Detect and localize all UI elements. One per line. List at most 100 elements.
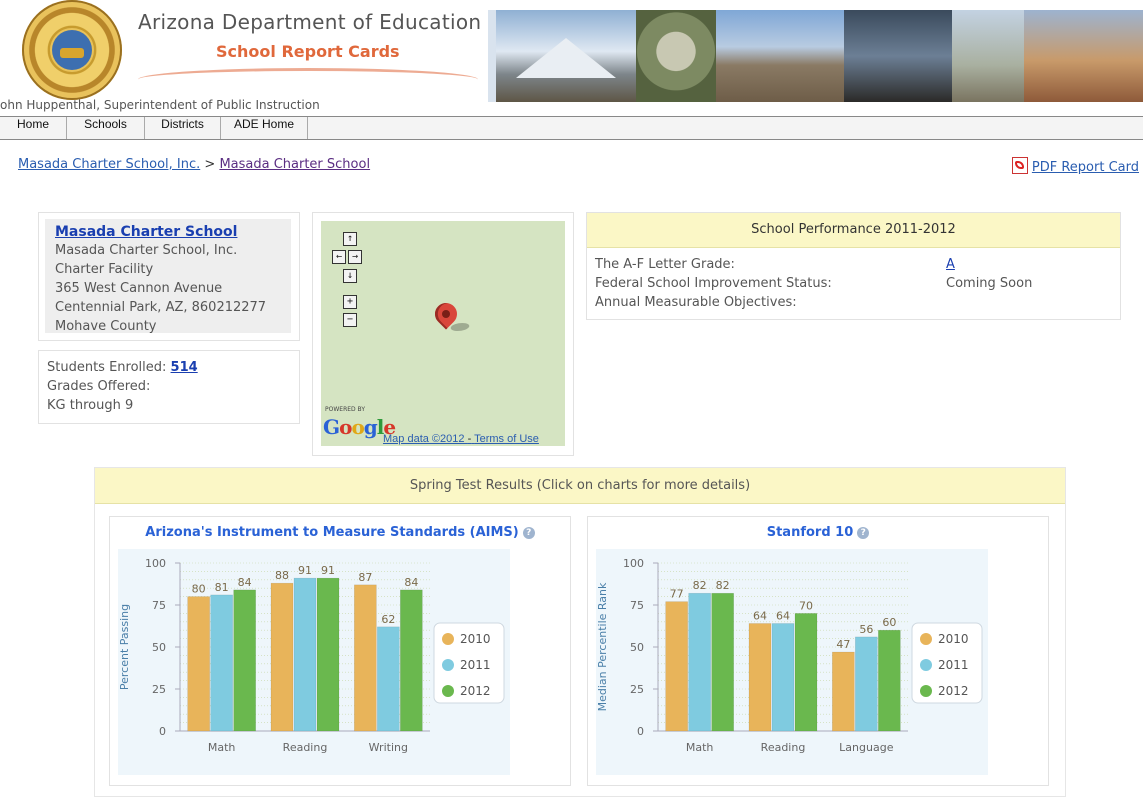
x-tick-label: Language: [839, 741, 894, 754]
y-tick-label: 100: [145, 557, 166, 570]
letter-grade-link[interactable]: A: [946, 257, 955, 272]
zoom-in-button[interactable]: +: [343, 295, 357, 309]
spring-title: Spring Test Results (Click on charts for…: [95, 468, 1065, 504]
stanford-title-text: Stanford 10: [766, 525, 854, 540]
bar-value-label: 80: [192, 583, 206, 596]
breadcrumb: Masada Charter School, Inc. > Masada Cha…: [18, 157, 370, 172]
bar-2010-math[interactable]: [665, 601, 688, 732]
bar-value-label: 81: [215, 581, 229, 594]
ocotillo-photo: [844, 10, 952, 102]
terms-of-use-link[interactable]: Terms of Use: [474, 433, 539, 445]
enrollment-card: Students Enrolled: 514 Grades Offered: K…: [38, 350, 300, 424]
x-tick-label: Math: [686, 741, 714, 754]
help-icon[interactable]: ?: [522, 527, 535, 539]
bar-2012-reading[interactable]: [316, 577, 340, 732]
desert-photo: [716, 10, 844, 102]
bar-value-label: 64: [776, 609, 790, 622]
legend-swatch: [920, 685, 932, 697]
seal-emblem: [52, 30, 92, 70]
aims-chart-title: Arizona's Instrument to Measure Standard…: [110, 525, 570, 540]
bar-2012-writing[interactable]: [400, 589, 423, 732]
students-enrolled: Students Enrolled: 514: [47, 360, 198, 375]
pan-left-button[interactable]: ←: [332, 250, 346, 264]
bar-2012-math[interactable]: [711, 592, 734, 732]
saguaro-photo: [952, 10, 1024, 102]
legend-swatch: [442, 633, 454, 645]
aims-bar-chart[interactable]: 0 25 50 75 100 Percent Passing 80 81 84 Math 88 91 9…: [110, 549, 570, 785]
bar-2011-math[interactable]: [210, 594, 233, 732]
breadcrumb-school-link[interactable]: Masada Charter School: [219, 157, 370, 172]
school-address: 365 West Cannon Avenue: [55, 281, 223, 296]
bar-2010-reading[interactable]: [270, 582, 294, 732]
bar-2011-reading[interactable]: [771, 623, 795, 732]
google-map[interactable]: ↑ ← → ↓ + − POWERED BY Google Map data ©…: [321, 221, 565, 446]
pan-up-button[interactable]: ↑: [343, 232, 357, 246]
nav-ade-home[interactable]: ADE Home: [221, 117, 308, 139]
nav-districts[interactable]: Districts: [145, 117, 221, 139]
legend-label: 2012: [460, 684, 491, 698]
google-logo-letter: g: [363, 415, 378, 439]
federal-status-value: Coming Soon: [946, 276, 1033, 291]
pan-right-button[interactable]: →: [348, 250, 362, 264]
stanford-chart-panel[interactable]: Stanford 10? 0 25 50 75 100 Median Percentile…: [587, 516, 1049, 786]
bar-2010-language[interactable]: [832, 651, 855, 732]
pin-shadow: [448, 323, 472, 331]
bar-2010-writing[interactable]: [354, 584, 377, 732]
zoom-out-button[interactable]: −: [343, 313, 357, 327]
bar-value-label: 70: [799, 599, 813, 612]
bar-2010-math[interactable]: [187, 596, 210, 732]
school-district: Masada Charter School, Inc.: [55, 243, 238, 258]
bar-2010-reading[interactable]: [748, 623, 772, 732]
bar-2011-reading[interactable]: [293, 577, 317, 732]
nav-schools[interactable]: Schools: [67, 117, 145, 139]
amo-label: Annual Measurable Objectives:: [595, 295, 797, 310]
school-name-link[interactable]: Masada Charter School: [55, 224, 237, 240]
mountain-photo: [496, 10, 636, 102]
bar-2011-writing[interactable]: [377, 626, 400, 732]
y-tick-label: 25: [152, 683, 166, 696]
help-icon[interactable]: ?: [857, 527, 870, 539]
bar-2012-math[interactable]: [233, 589, 256, 732]
site-header: Arizona Department of Education School R…: [0, 0, 1143, 115]
map-card: ↑ ← → ↓ + − POWERED BY Google Map data ©…: [312, 212, 574, 456]
y-tick-label: 50: [152, 641, 166, 654]
students-count-link[interactable]: 514: [171, 360, 198, 375]
stanford-bar-chart[interactable]: 0 25 50 75 100 Median Percentile Rank 77 82 82 Ma…: [588, 549, 1048, 785]
bar-value-label: 77: [670, 588, 684, 601]
bar-value-label: 91: [321, 564, 335, 577]
main-nav: Home Schools Districts ADE Home: [0, 116, 1143, 140]
nav-home[interactable]: Home: [0, 117, 67, 139]
bar-value-label: 60: [882, 616, 896, 629]
bar-value-label: 88: [275, 569, 289, 582]
grades-label: Grades Offered:: [47, 379, 151, 394]
grades-value: KG through 9: [47, 398, 134, 413]
y-tick-label: 75: [630, 599, 644, 612]
letter-grade-label: The A-F Letter Grade:: [595, 257, 735, 272]
bar-2011-language[interactable]: [855, 636, 878, 732]
aims-title-text: Arizona's Instrument to Measure Standard…: [145, 525, 519, 540]
bar-2012-language[interactable]: [878, 629, 901, 732]
legend-label: 2011: [460, 658, 491, 672]
x-tick-label: Reading: [761, 741, 806, 754]
y-tick-label: 25: [630, 683, 644, 696]
school-performance-card: School Performance 2011-2012 The A-F Let…: [586, 212, 1121, 320]
canyon-photo: [1024, 10, 1143, 102]
cactus-photo: [636, 10, 716, 102]
pan-down-button[interactable]: ↓: [343, 269, 357, 283]
bar-value-label: 84: [238, 576, 252, 589]
google-logo-letter: G: [323, 415, 340, 439]
bar-2011-math[interactable]: [688, 592, 711, 732]
bar-value-label: 62: [381, 613, 395, 626]
state-seal-logo: [22, 0, 122, 100]
bar-2012-reading[interactable]: [794, 613, 818, 732]
breadcrumb-district-link[interactable]: Masada Charter School, Inc.: [18, 157, 200, 172]
bar-value-label: 84: [404, 576, 418, 589]
school-facility: Charter Facility: [55, 262, 154, 277]
superintendent-line: ohn Huppenthal, Superintendent of Public…: [0, 98, 320, 112]
map-attribution-separator: -: [467, 433, 472, 445]
aims-chart-panel[interactable]: Arizona's Instrument to Measure Standard…: [109, 516, 571, 786]
y-tick-label: 0: [159, 725, 166, 738]
y-tick-label: 100: [623, 557, 644, 570]
pdf-report-card-link[interactable]: PDF Report Card: [1011, 157, 1139, 175]
map-data-link[interactable]: Map data ©2012: [383, 433, 465, 445]
